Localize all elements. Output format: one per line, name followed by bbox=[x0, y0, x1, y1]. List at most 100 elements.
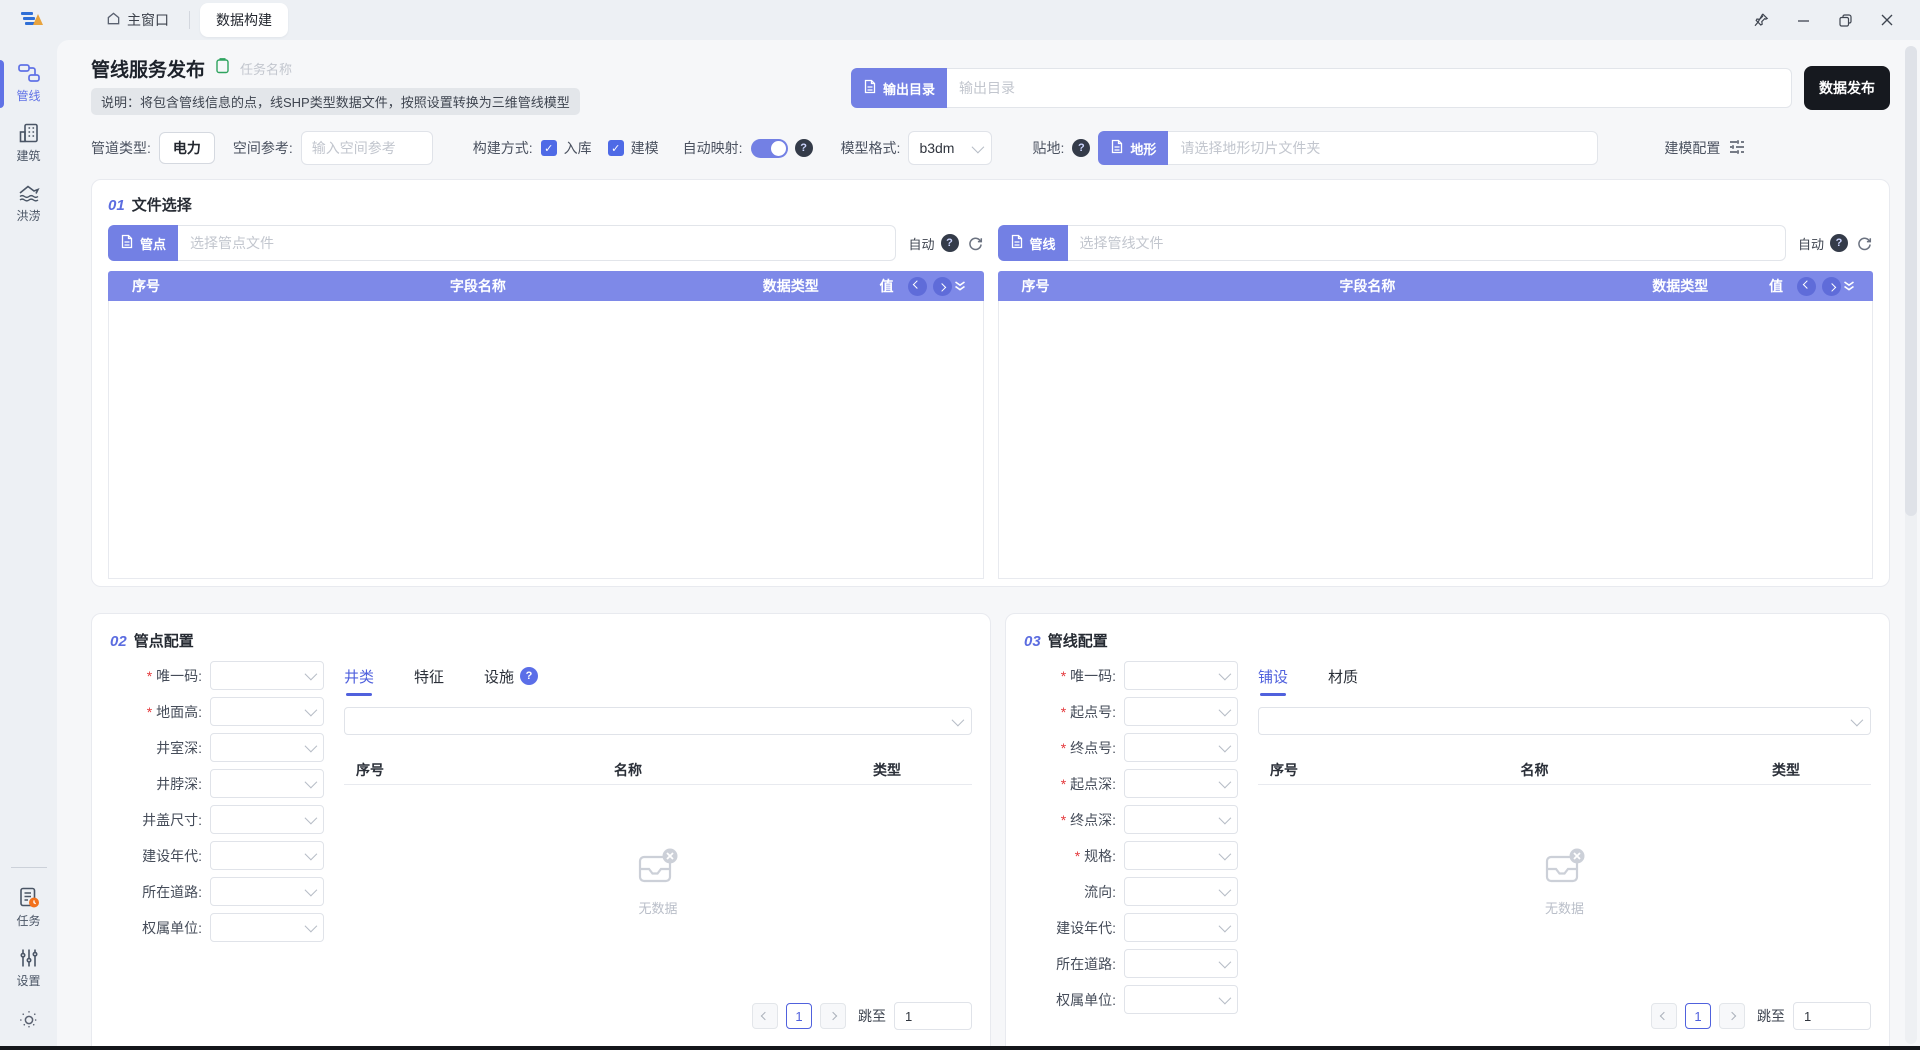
field-select[interactable] bbox=[210, 697, 324, 726]
next-page-button[interactable] bbox=[1719, 1003, 1745, 1029]
scrollbar-thumb[interactable] bbox=[1905, 46, 1917, 516]
tab-well-class[interactable]: 井类 bbox=[344, 666, 374, 687]
prev-column-button[interactable] bbox=[1797, 277, 1816, 296]
jump-page-input[interactable] bbox=[1793, 1002, 1871, 1030]
refresh-icon[interactable] bbox=[1856, 235, 1873, 252]
field-select[interactable] bbox=[1124, 769, 1238, 798]
sidebar-item-tasks[interactable]: 任务 bbox=[0, 878, 57, 939]
config-tabs: 井类 特征 设施? bbox=[344, 661, 972, 691]
pin-icon[interactable] bbox=[1744, 5, 1778, 35]
help-icon[interactable]: ? bbox=[1072, 139, 1090, 157]
field-label: 井室深: bbox=[110, 738, 210, 758]
field-select[interactable] bbox=[1124, 877, 1238, 906]
sidebar-item-pipeline[interactable]: 管线 bbox=[0, 54, 57, 114]
jump-page-input[interactable] bbox=[894, 1002, 972, 1030]
spatial-ref-input[interactable] bbox=[301, 131, 433, 165]
titlebar: 主窗口 数据构建 bbox=[0, 0, 1920, 40]
task-name-placeholder[interactable]: 任务名称 bbox=[240, 59, 292, 78]
prev-page-button[interactable] bbox=[752, 1003, 778, 1029]
help-icon[interactable]: ? bbox=[1830, 234, 1848, 252]
pipe-line-file-input[interactable] bbox=[1068, 225, 1786, 261]
empty-text: 无数据 bbox=[1545, 898, 1584, 917]
field-label: 终点深: bbox=[1024, 810, 1124, 830]
pipe-type-label: 管道类型: bbox=[91, 138, 151, 158]
page-number[interactable]: 1 bbox=[786, 1003, 812, 1029]
page-number[interactable]: 1 bbox=[1685, 1003, 1711, 1029]
close-button[interactable] bbox=[1870, 5, 1904, 35]
field-select[interactable] bbox=[210, 805, 324, 834]
ground-label: 贴地: bbox=[1032, 138, 1064, 158]
refresh-icon[interactable] bbox=[967, 235, 984, 252]
output-dir-input[interactable] bbox=[947, 68, 1792, 108]
sun-icon[interactable] bbox=[18, 1009, 40, 1036]
field-select[interactable] bbox=[1124, 913, 1238, 942]
field-label: 唯一码: bbox=[110, 666, 210, 686]
tab-main-window[interactable]: 主窗口 bbox=[96, 4, 179, 36]
field-label: 所在道路: bbox=[110, 882, 210, 902]
tab-facility[interactable]: 设施? bbox=[484, 666, 538, 687]
pipe-point-file-button[interactable]: 管点 bbox=[108, 225, 178, 261]
next-column-button[interactable] bbox=[933, 277, 952, 296]
next-page-button[interactable] bbox=[820, 1003, 846, 1029]
window-bottom-edge bbox=[0, 1046, 1920, 1050]
field-label: 所在道路: bbox=[1024, 954, 1124, 974]
help-icon[interactable]: ? bbox=[520, 667, 538, 685]
filter-icon[interactable] bbox=[1841, 279, 1863, 293]
empty-inbox-icon bbox=[1542, 847, 1588, 892]
minimize-button[interactable] bbox=[1786, 5, 1820, 35]
field-select[interactable] bbox=[1124, 805, 1238, 834]
terrain-input[interactable] bbox=[1168, 131, 1598, 165]
field-select[interactable] bbox=[1124, 985, 1238, 1014]
auto-map-toggle[interactable] bbox=[751, 139, 788, 158]
pipe-type-button[interactable]: 电力 bbox=[159, 132, 215, 164]
pipe-line-file-button[interactable]: 管线 bbox=[998, 225, 1068, 261]
checkbox-storage[interactable]: ✓ 入库 bbox=[541, 138, 592, 158]
field-select[interactable] bbox=[210, 841, 324, 870]
tab-feature[interactable]: 特征 bbox=[414, 666, 444, 687]
prev-column-button[interactable] bbox=[908, 277, 927, 296]
field-select[interactable] bbox=[210, 877, 324, 906]
section-number: 01 bbox=[108, 197, 125, 214]
help-icon[interactable]: ? bbox=[941, 234, 959, 252]
prev-page-button[interactable] bbox=[1651, 1003, 1677, 1029]
help-icon[interactable]: ? bbox=[795, 139, 813, 157]
field-label: 井盖尺寸: bbox=[110, 810, 210, 830]
filter-icon[interactable] bbox=[952, 279, 974, 293]
clipboard-icon bbox=[215, 57, 230, 79]
model-config-button[interactable]: 建模配置 bbox=[1664, 138, 1746, 158]
publish-data-button[interactable]: 数据发布 bbox=[1804, 66, 1890, 110]
output-dir-button[interactable]: 输出目录 bbox=[851, 68, 947, 108]
field-select[interactable] bbox=[1124, 949, 1238, 978]
field-select[interactable] bbox=[1124, 733, 1238, 762]
tab-laying[interactable]: 铺设 bbox=[1258, 666, 1288, 687]
field-select[interactable] bbox=[210, 913, 324, 942]
restore-button[interactable] bbox=[1828, 5, 1862, 35]
vertical-scrollbar[interactable] bbox=[1905, 46, 1917, 1044]
sidebar-item-settings[interactable]: 设置 bbox=[0, 939, 57, 999]
field-select[interactable] bbox=[1124, 661, 1238, 690]
tab-material[interactable]: 材质 bbox=[1328, 666, 1358, 687]
tab-data-construction[interactable]: 数据构建 bbox=[200, 3, 288, 37]
field-select[interactable] bbox=[210, 769, 324, 798]
field-label: 权属单位: bbox=[110, 918, 210, 938]
sidebar-item-label: 建筑 bbox=[16, 147, 40, 164]
checkbox-icon: ✓ bbox=[608, 140, 624, 156]
field-select[interactable] bbox=[210, 733, 324, 762]
terrain-button[interactable]: 地形 bbox=[1098, 131, 1168, 165]
field-select[interactable] bbox=[1124, 841, 1238, 870]
table-header: 序号 字段名称 数据类型 值 bbox=[998, 271, 1874, 301]
field-select[interactable] bbox=[210, 661, 324, 690]
category-select[interactable] bbox=[1258, 707, 1871, 735]
sidebar-item-building[interactable]: 建筑 bbox=[0, 114, 57, 174]
checkbox-modeling[interactable]: ✓ 建模 bbox=[608, 138, 659, 158]
model-format-select[interactable]: b3dm bbox=[908, 131, 992, 165]
sidebar-item-flood[interactable]: 洪涝 bbox=[0, 174, 57, 234]
pipe-point-file-input[interactable] bbox=[178, 225, 896, 261]
field-label: 规格: bbox=[1024, 846, 1124, 866]
category-select[interactable] bbox=[344, 707, 972, 735]
building-icon bbox=[17, 122, 41, 144]
field-select[interactable] bbox=[1124, 697, 1238, 726]
table-body-empty bbox=[998, 301, 1874, 579]
task-icon bbox=[17, 886, 41, 909]
next-column-button[interactable] bbox=[1822, 277, 1841, 296]
